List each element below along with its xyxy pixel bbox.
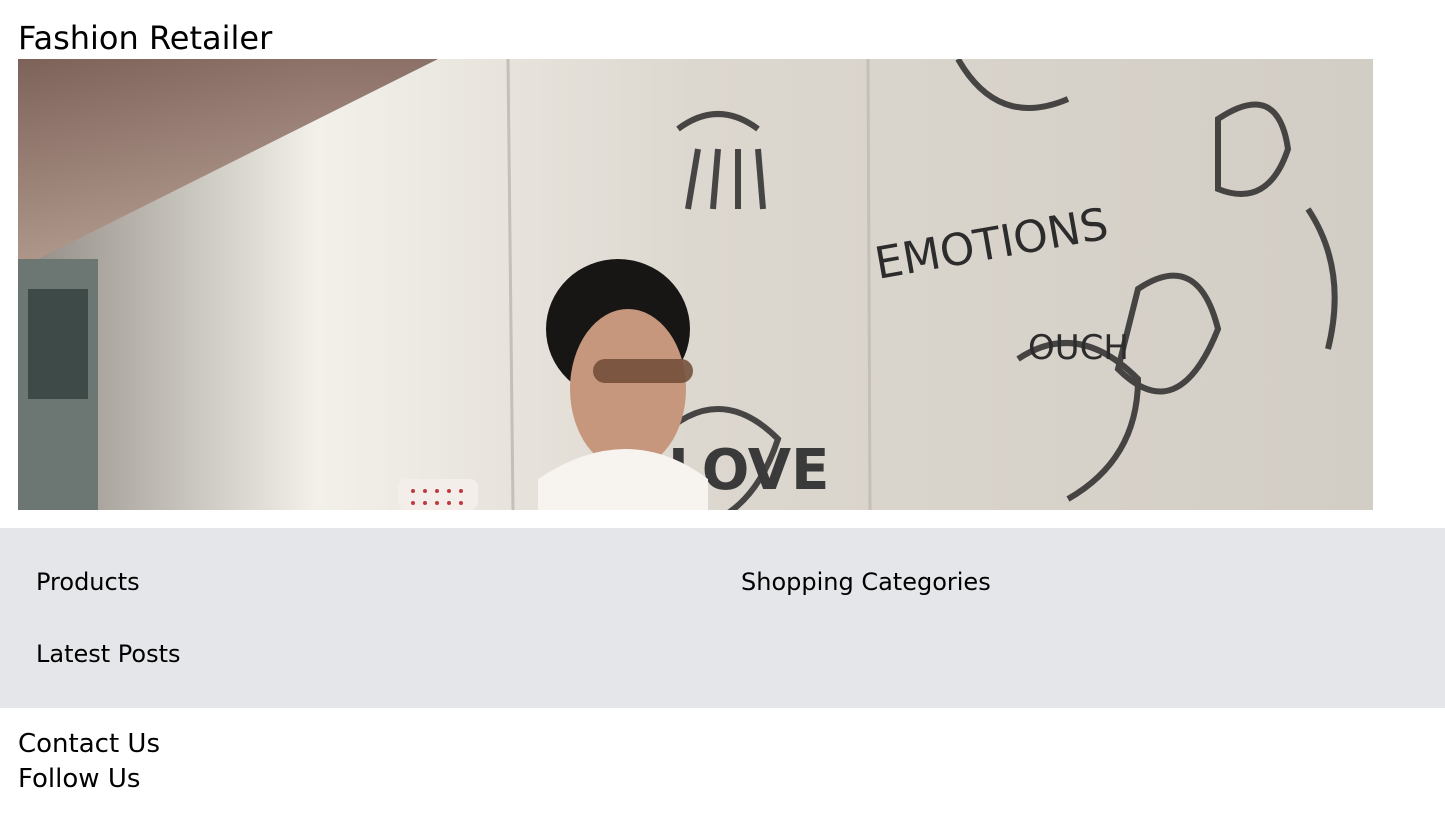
- latest-posts-heading[interactable]: Latest Posts: [36, 638, 181, 670]
- shopping-categories-heading[interactable]: Shopping Categories: [741, 566, 991, 598]
- contact-us-link[interactable]: Contact Us: [18, 727, 160, 761]
- follow-us-link[interactable]: Follow Us: [18, 762, 140, 796]
- wall-text-ouch: OUCH: [1028, 328, 1129, 368]
- hero-image: EMOTIONS LOVE OUCH: [18, 59, 1373, 510]
- products-heading[interactable]: Products: [36, 566, 140, 598]
- categories-band: Products Shopping Categories Latest Post…: [0, 528, 1445, 708]
- site-title: Fashion Retailer: [18, 19, 273, 57]
